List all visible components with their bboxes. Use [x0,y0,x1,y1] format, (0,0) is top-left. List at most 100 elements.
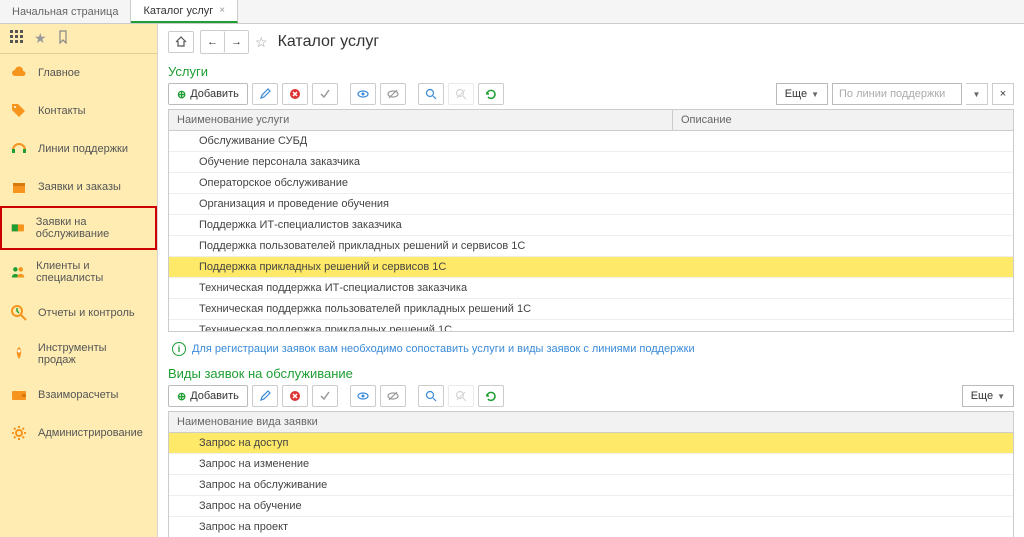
table-row[interactable]: Запрос на обслуживание [169,475,1013,496]
table-row[interactable]: Операторское обслуживание [169,173,1013,194]
col-desc[interactable]: Описание [673,110,1013,130]
tab-catalog-label: Каталог услуг [143,5,213,17]
service-name: Организация и проведение обучения [169,194,1013,214]
sidebar-item-main[interactable]: Главное [0,54,157,92]
add-request-button[interactable]: ⊕Добавить [168,385,248,407]
sidebar-item-orders[interactable]: Заявки и заказы [0,168,157,206]
grid-icon[interactable] [10,30,24,47]
clear-search-button[interactable] [448,83,474,105]
col-name[interactable]: Наименование вида заявки [169,412,1013,432]
col-name[interactable]: Наименование услуги [169,110,673,130]
sidebar-item-label: Клиенты и специалисты [36,260,147,284]
table-row[interactable]: Обслуживание СУБД [169,131,1013,152]
sidebar-item-label: Взаиморасчеты [38,389,118,401]
forward-button[interactable]: → [225,31,248,53]
table-row[interactable]: Техническая поддержка прикладных решений… [169,320,1013,331]
back-button[interactable]: ← [201,31,225,53]
service-name: Поддержка ИТ-специалистов заказчика [169,215,1013,235]
table-row[interactable]: Поддержка пользователей прикладных решен… [169,236,1013,257]
table-row[interactable]: Техническая поддержка ИТ-специалистов за… [169,278,1013,299]
service-name: Поддержка пользователей прикладных решен… [169,236,1013,256]
add-service-button[interactable]: ⊕Добавить [168,83,248,105]
request-name: Запрос на проект [169,517,1013,537]
services-table: Наименование услуги Описание Обслуживани… [168,109,1014,332]
table-row[interactable]: Поддержка прикладных решений и сервисов … [169,257,1013,278]
view-button[interactable] [350,385,376,407]
more-dropdown[interactable]: Еще▼ [962,385,1014,407]
request-name: Запрос на обучение [169,496,1013,516]
service-name: Техническая поддержка пользователей прик… [169,299,1013,319]
refresh-button[interactable] [478,385,504,407]
table-row[interactable]: Поддержка ИТ-специалистов заказчика [169,215,1013,236]
clear-filter-button[interactable]: × [992,83,1014,105]
sidebar-item-contacts[interactable]: Контакты [0,92,157,130]
bookmark-icon[interactable] [57,30,71,47]
table-row[interactable]: Запрос на обучение [169,496,1013,517]
sidebar-item-reports[interactable]: Отчеты и контроль [0,294,157,332]
sidebar-item-label: Контакты [38,105,86,117]
search-button[interactable] [418,385,444,407]
sidebar-item-label: Администрирование [38,427,143,439]
gear-icon [10,424,28,442]
refresh-button[interactable] [478,83,504,105]
table-row[interactable]: Запрос на изменение [169,454,1013,475]
sidebar-item-label: Линии поддержки [38,143,128,155]
clear-search-button[interactable] [448,385,474,407]
sidebar-item-support-lines[interactable]: Линии поддержки [0,130,157,168]
table-row[interactable]: Запрос на проект [169,517,1013,537]
filter-dropdown-button[interactable]: ▼ [966,83,988,105]
sidebar-item-service-requests[interactable]: Заявки на обслуживание [0,206,157,250]
delete-button[interactable] [282,83,308,105]
services-toolbar: ⊕Добавить Еще▼ По линии поддержки ▼ × [168,83,1014,105]
info-icon: i [172,342,186,356]
sidebar-item-label: Заявки и заказы [38,181,121,193]
table-row[interactable]: Запрос на доступ [169,433,1013,454]
edit-button[interactable] [252,385,278,407]
star-icon[interactable]: ★ [34,30,47,47]
wallet-icon [10,386,28,404]
service-name: Операторское обслуживание [169,173,1013,193]
service-name: Обслуживание СУБД [169,131,1013,151]
request-name: Запрос на изменение [169,454,1013,474]
services-section-title: Услуги [168,64,1014,79]
headset-icon [10,140,28,158]
favorite-icon[interactable]: ☆ [255,34,268,51]
view-button[interactable] [350,83,376,105]
requests-table: Наименование вида заявки Запрос на досту… [168,411,1014,537]
sidebar-item-sales-tools[interactable]: Инструменты продаж [0,332,157,376]
tab-home[interactable]: Начальная страница [0,0,131,23]
hide-button[interactable] [380,83,406,105]
hide-button[interactable] [380,385,406,407]
sidebar: ★ Главное Контакты Линии поддержки Заявк… [0,24,158,537]
main-content: ← → ☆ Каталог услуг Услуги ⊕Добавить Еще… [158,24,1024,537]
chevron-down-icon: ▼ [973,90,981,99]
request-name: Запрос на обслуживание [169,475,1013,495]
table-row[interactable]: Техническая поддержка пользователей прик… [169,299,1013,320]
more-dropdown[interactable]: Еще▼ [776,83,828,105]
table-row[interactable]: Организация и проведение обучения [169,194,1013,215]
close-icon[interactable]: × [219,5,225,16]
home-button[interactable] [168,31,194,53]
plus-icon: ⊕ [177,390,186,403]
sidebar-item-label: Главное [38,67,80,79]
sidebar-item-payments[interactable]: Взаиморасчеты [0,376,157,414]
search-button[interactable] [418,83,444,105]
support-line-filter[interactable]: По линии поддержки [832,83,962,105]
tab-catalog[interactable]: Каталог услуг × [131,0,238,23]
edit-button[interactable] [252,83,278,105]
cloud-icon [10,64,28,82]
check-button[interactable] [312,83,338,105]
sidebar-item-label: Инструменты продаж [38,342,147,366]
filter-placeholder: По линии поддержки [839,88,945,100]
tab-home-label: Начальная страница [12,6,118,18]
ticket-icon [10,219,26,237]
delete-button[interactable] [282,385,308,407]
sidebar-item-clients[interactable]: Клиенты и специалисты [0,250,157,294]
info-text[interactable]: Для регистрации заявок вам необходимо со… [192,343,695,355]
sidebar-item-admin[interactable]: Администрирование [0,414,157,452]
page-title: Каталог услуг [278,33,380,51]
service-name: Обучение персонала заказчика [169,152,1013,172]
requests-section-title: Виды заявок на обслуживание [168,366,1014,381]
table-row[interactable]: Обучение персонала заказчика [169,152,1013,173]
check-button[interactable] [312,385,338,407]
